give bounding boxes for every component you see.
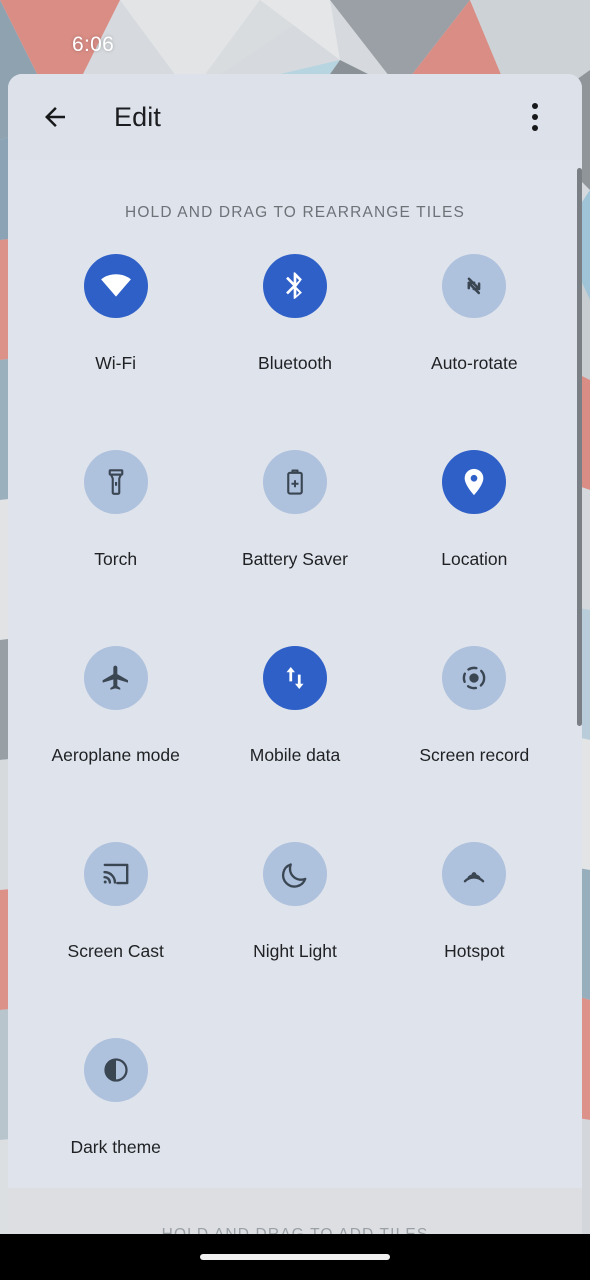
scrollbar-track[interactable] [577, 160, 582, 1234]
airplane-icon [100, 662, 132, 694]
location-pin-icon [458, 466, 490, 498]
tile-label: Mobile data [250, 746, 340, 765]
tile-icon-wrapper [263, 254, 327, 318]
tile-label: Hotspot [444, 942, 504, 961]
dark-theme-icon [101, 1055, 131, 1085]
tile-label: Location [441, 550, 507, 569]
battery-saver-icon [280, 467, 310, 497]
overflow-menu-button[interactable] [512, 94, 558, 140]
tile-label: Battery Saver [242, 550, 348, 569]
tile-location[interactable]: Location [385, 440, 564, 636]
quick-settings-edit-panel: Edit HOLD AND DRAG TO REARRANGE TILES Wi… [8, 74, 582, 1234]
home-gesture-handle[interactable] [200, 1254, 390, 1260]
tile-screen-cast[interactable]: Screen Cast [26, 832, 205, 1028]
add-tiles-section: HOLD AND DRAG TO ADD TILES [8, 1188, 582, 1234]
wifi-icon [99, 269, 133, 303]
more-vert-icon-dot [532, 125, 538, 131]
tile-label: Dark theme [70, 1138, 160, 1157]
auto-rotate-icon [458, 270, 490, 302]
more-vert-icon-dot [532, 103, 538, 109]
tile-icon-wrapper [84, 1038, 148, 1102]
bluetooth-icon [279, 270, 311, 302]
navigation-bar [0, 1234, 590, 1280]
tile-auto-rotate[interactable]: Auto-rotate [385, 244, 564, 440]
tile-night-light[interactable]: Night Light [205, 832, 384, 1028]
tile-icon-wrapper [263, 842, 327, 906]
tile-icon-wrapper [442, 842, 506, 906]
tile-icon-wrapper [84, 450, 148, 514]
hotspot-icon [458, 858, 490, 890]
tile-label: Aeroplane mode [51, 746, 179, 765]
page-title: Edit [114, 102, 161, 133]
edit-toolbar: Edit [8, 74, 582, 160]
tile-label: Screen record [419, 746, 529, 765]
tile-icon-wrapper [263, 646, 327, 710]
tile-grid: Wi-Fi Bluetooth [8, 244, 582, 1224]
tile-label: Screen Cast [68, 942, 164, 961]
tile-bluetooth[interactable]: Bluetooth [205, 244, 384, 440]
edit-scroll-area[interactable]: HOLD AND DRAG TO REARRANGE TILES Wi-Fi [8, 160, 582, 1234]
tile-label: Night Light [253, 942, 337, 961]
tile-hotspot[interactable]: Hotspot [385, 832, 564, 1028]
tile-icon-wrapper [84, 842, 148, 906]
status-bar-clock: 6:06 [72, 33, 114, 57]
tile-aeroplane-mode[interactable]: Aeroplane mode [26, 636, 205, 832]
tile-label: Auto-rotate [431, 354, 518, 373]
tile-mobile-data[interactable]: Mobile data [205, 636, 384, 832]
rearrange-section-label: HOLD AND DRAG TO REARRANGE TILES [8, 160, 582, 222]
tile-icon-wrapper [84, 646, 148, 710]
add-tiles-section-label: HOLD AND DRAG TO ADD TILES [8, 1226, 582, 1234]
mobile-data-icon [280, 663, 310, 693]
tile-icon-wrapper [84, 254, 148, 318]
moon-icon [279, 859, 310, 890]
tile-wifi[interactable]: Wi-Fi [26, 244, 205, 440]
tile-battery-saver[interactable]: Battery Saver [205, 440, 384, 636]
tile-label: Bluetooth [258, 354, 332, 373]
flashlight-icon [101, 467, 131, 497]
tile-label: Wi-Fi [95, 354, 136, 373]
more-vert-icon-dot [532, 114, 538, 120]
tile-screen-record[interactable]: Screen record [385, 636, 564, 832]
cast-icon [100, 858, 132, 890]
arrow-left-icon [40, 102, 70, 132]
tile-torch[interactable]: Torch [26, 440, 205, 636]
tile-icon-wrapper [263, 450, 327, 514]
tile-label: Torch [94, 550, 137, 569]
status-bar: 6:06 [0, 0, 590, 68]
screen-record-icon [458, 662, 490, 694]
tile-icon-wrapper [442, 450, 506, 514]
back-button[interactable] [26, 88, 84, 146]
tile-icon-wrapper [442, 254, 506, 318]
tile-icon-wrapper [442, 646, 506, 710]
scrollbar-thumb[interactable] [577, 168, 582, 726]
